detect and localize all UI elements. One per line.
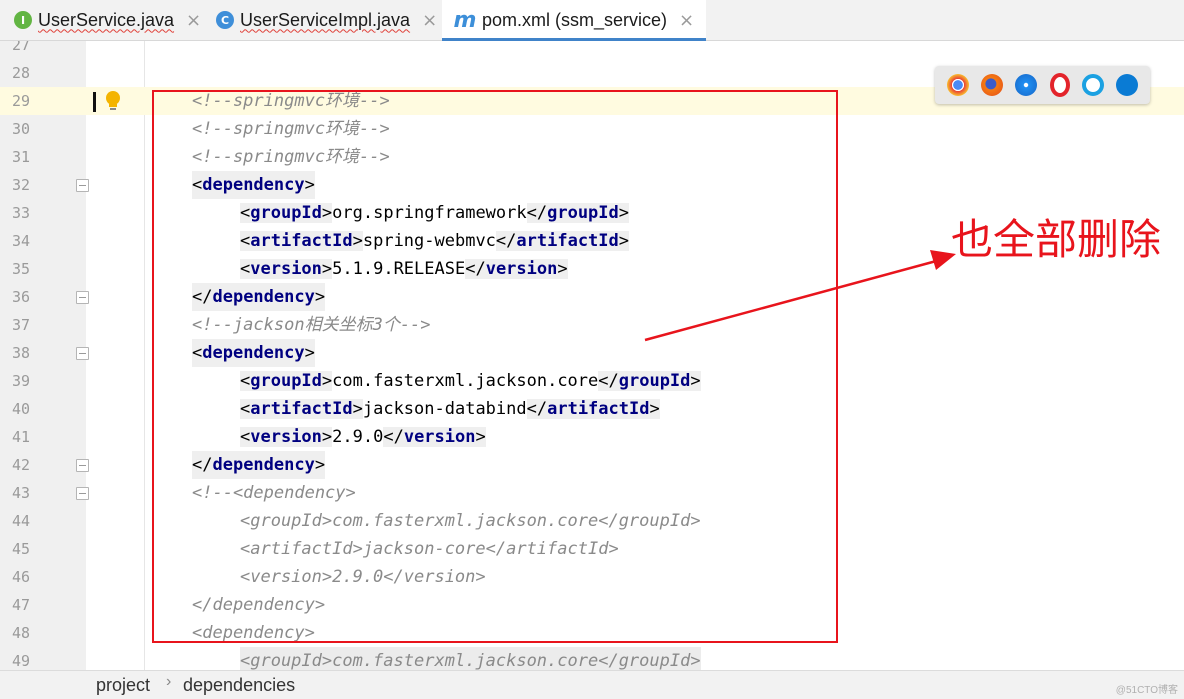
annotation-text: 也全部删除 [951, 215, 1162, 264]
breadcrumb-dependencies[interactable]: dependencies [183, 675, 295, 696]
watermark: @51CTO博客 [1115, 685, 1178, 696]
breadcrumb-bar: project › dependencies @51CTO博客 [0, 670, 1184, 699]
breadcrumb-project[interactable]: project [96, 675, 150, 696]
chevron-right-icon: › [166, 673, 172, 690]
annotation-arrow [644, 250, 956, 342]
